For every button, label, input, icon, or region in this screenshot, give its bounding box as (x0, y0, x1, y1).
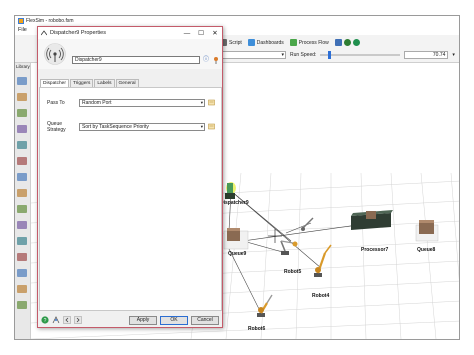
queue-strategy-value: Sort by TaskSequence Priority (82, 123, 149, 130)
dashboard-icon (247, 39, 255, 46)
dispatcher9-label: Dispatcher9 (220, 200, 249, 206)
run-speed-thumb[interactable] (328, 51, 332, 59)
app-title-bar: FlexSim - robobo.fsm (15, 16, 459, 25)
run-speed-slider[interactable] (320, 51, 401, 59)
robot4-label: Robot4 (312, 293, 330, 299)
cancel-button[interactable]: Cancel (191, 316, 219, 325)
window-controls: — ☐ ✕ (180, 27, 222, 39)
queue9-label: Queue9 (228, 251, 247, 257)
dialog-header: Dispatcher9 ⓘ (38, 39, 222, 69)
library-icon[interactable] (17, 221, 27, 229)
flexsim-logo-icon (18, 17, 24, 24)
queue8-label: Queue8 (417, 247, 436, 253)
robot5-object (280, 240, 298, 255)
library-icon[interactable] (17, 173, 27, 181)
processor7-object (351, 210, 393, 230)
queue-strategy-row: Queue Strategy Sort by TaskSequence Prio… (47, 120, 219, 133)
dashboards-label: Dashboards (256, 39, 284, 46)
dispatcher-small-icon (41, 30, 47, 36)
edit-code-icon[interactable] (208, 99, 215, 106)
library-icon[interactable] (17, 77, 27, 85)
pass-to-value: Random Port (82, 99, 112, 106)
minimize-icon[interactable]: — (180, 27, 194, 39)
queue-strategy-label: Queue Strategy (47, 120, 66, 133)
library-icon[interactable] (17, 141, 27, 149)
tab-general[interactable]: General (115, 79, 139, 87)
queue9-object (223, 228, 249, 250)
info-icon[interactable]: ⓘ (203, 56, 211, 64)
robot4-object (314, 244, 332, 277)
antenna-icon (44, 43, 66, 65)
robot5-label: Robot5 (284, 269, 302, 275)
previous-icon[interactable] (63, 316, 71, 324)
pass-to-label: Pass To (47, 99, 65, 106)
toolbar-misc-icons (334, 39, 360, 46)
script-label: Script (229, 39, 242, 46)
sampler-icon[interactable] (52, 316, 60, 324)
run-speed-row: ▾ Run Speed: 70.74 ▾ (220, 50, 459, 60)
run-time-select[interactable]: ▾ (220, 51, 286, 59)
run-speed-value[interactable]: 70.74 (404, 51, 449, 59)
mouse-cursor-icon (268, 229, 282, 243)
close-icon[interactable]: ✕ (208, 27, 222, 39)
library-icon[interactable] (17, 93, 27, 101)
pass-to-row: Pass To Random Port ▾ (47, 98, 219, 107)
library-icon[interactable] (17, 205, 27, 213)
library-label: Library (16, 64, 30, 69)
dialog-title-bar: Dispatcher9 Properties — ☐ ✕ (38, 27, 222, 39)
next-icon[interactable] (74, 316, 82, 324)
process-flow-button[interactable]: Process Flow (289, 39, 329, 46)
chevron-down-icon: ▾ (200, 99, 203, 105)
help-icon[interactable]: ? (41, 316, 49, 324)
settings-icon[interactable] (352, 39, 360, 46)
library-icon[interactable] (17, 253, 27, 261)
dispatcher-object (225, 182, 236, 199)
run-speed-label: Run Speed: (290, 52, 317, 58)
tab-triggers[interactable]: Triggers (69, 79, 94, 87)
chevron-down-icon: ▾ (281, 52, 284, 58)
robot6-label: Robot6 (248, 326, 266, 332)
pass-to-select[interactable]: Random Port ▾ (79, 98, 205, 107)
script-button[interactable]: Script (220, 39, 242, 46)
library-icon[interactable] (17, 285, 27, 293)
queue8-object (415, 220, 439, 242)
help-icon[interactable] (343, 39, 351, 46)
app-title-text: FlexSim - robobo.fsm (26, 17, 74, 24)
processor7-label: Processor7 (361, 247, 389, 253)
dialog-footer: ? Apply OK Cancel (38, 312, 222, 328)
chevron-down-icon: ▾ (200, 123, 203, 129)
ok-button[interactable]: OK (160, 316, 188, 325)
library-icon[interactable] (17, 109, 27, 117)
library-icon[interactable] (17, 189, 27, 197)
library-panel: Library (15, 63, 31, 339)
library-icon[interactable] (17, 157, 27, 165)
toolbar-right-group: Script Dashboards Process Flow (220, 39, 360, 46)
edit-code-icon[interactable] (208, 123, 215, 130)
library-icon[interactable] (17, 237, 27, 245)
maximize-icon[interactable]: ☐ (194, 27, 208, 39)
table-icon[interactable] (334, 39, 342, 46)
library-icon[interactable] (17, 301, 27, 309)
tab-labels[interactable]: Labels (94, 79, 115, 87)
tab-dispatcher[interactable]: Dispatcher (40, 79, 69, 87)
svg-text:?: ? (44, 318, 47, 324)
pin-icon[interactable] (212, 56, 220, 64)
process-flow-label: Process Flow (298, 39, 329, 46)
dashboards-button[interactable]: Dashboards (247, 39, 284, 46)
queue-strategy-select[interactable]: Sort by TaskSequence Priority ▾ (79, 122, 205, 131)
robot6-object (257, 294, 273, 317)
library-icon[interactable] (17, 269, 27, 277)
dialog-title-text: Dispatcher9 Properties (50, 30, 106, 36)
library-icon[interactable] (17, 125, 27, 133)
properties-dialog: Dispatcher9 Properties — ☐ ✕ Dispatcher9… (37, 26, 223, 328)
dispatcher-tab-panel: Pass To Random Port ▾ Queue Strategy Sor… (39, 87, 222, 311)
object-name-input[interactable]: Dispatcher9 (72, 56, 200, 64)
process-flow-icon (289, 39, 297, 46)
run-speed-dropdown-icon[interactable]: ▾ (452, 52, 455, 58)
menu-file[interactable]: File (18, 27, 27, 33)
apply-button[interactable]: Apply (129, 316, 157, 325)
